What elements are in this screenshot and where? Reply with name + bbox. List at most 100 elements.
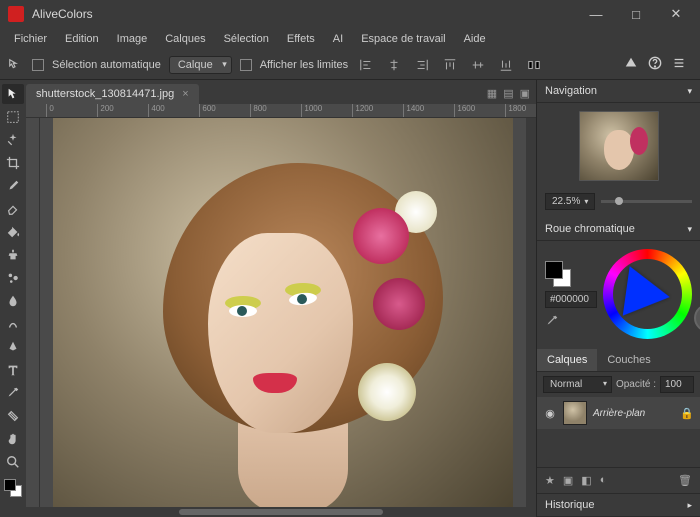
layer-target-dropdown[interactable]: Calque xyxy=(169,56,232,74)
menu-image[interactable]: Image xyxy=(109,30,156,48)
eyedropper-tool[interactable] xyxy=(2,383,24,403)
zoom-tool[interactable] xyxy=(2,452,24,472)
text-tool[interactable] xyxy=(2,360,24,380)
smudge-tool[interactable] xyxy=(2,314,24,334)
document-tab-bar: shutterstock_130814471.jpg × ▦ ▤ ▣ xyxy=(26,80,536,104)
panel-menu-icon[interactable] xyxy=(672,56,686,73)
lock-icon[interactable]: 🔒 xyxy=(680,407,694,420)
options-bar: Sélection automatique Calque Afficher le… xyxy=(0,50,700,80)
blend-mode-dropdown[interactable]: Normal xyxy=(543,376,612,393)
navigation-panel-header[interactable]: Navigation ▾ xyxy=(537,80,700,103)
tab-layers[interactable]: Calques xyxy=(537,349,597,371)
menu-ai[interactable]: AI xyxy=(325,30,351,48)
hand-tool[interactable] xyxy=(2,429,24,449)
history-panel-header[interactable]: Historique ▸ xyxy=(537,493,700,517)
document-image xyxy=(53,118,513,507)
document-tab-label: shutterstock_130814471.jpg xyxy=(36,88,174,100)
canvas-area: shutterstock_130814471.jpg × ▦ ▤ ▣ 0 200… xyxy=(26,80,536,517)
doc-view-icon-1[interactable]: ▦ xyxy=(487,87,497,100)
navigation-thumbnail[interactable] xyxy=(579,111,659,181)
close-tab-icon[interactable]: × xyxy=(182,88,188,100)
menu-help[interactable]: Aide xyxy=(456,30,494,48)
menu-effects[interactable]: Effets xyxy=(279,30,323,48)
layer-visibility-icon[interactable]: ◉ xyxy=(543,407,557,420)
vertical-scrollbar[interactable] xyxy=(526,118,536,507)
align-center-h-icon[interactable] xyxy=(384,56,404,74)
show-bounds-label: Afficher les limites xyxy=(260,59,348,71)
clone-stamp-tool[interactable] xyxy=(2,245,24,265)
minimize-button[interactable]: — xyxy=(576,0,616,28)
blur-tool[interactable] xyxy=(2,291,24,311)
chevron-down-icon: ▾ xyxy=(687,86,692,97)
opacity-input[interactable]: 100 xyxy=(660,376,694,393)
layer-action-star-icon[interactable]: ★ xyxy=(545,474,555,487)
magic-wand-tool[interactable] xyxy=(2,130,24,150)
menu-workspace[interactable]: Espace de travail xyxy=(353,30,453,48)
patch-tool[interactable] xyxy=(2,406,24,426)
color-history-swatch[interactable] xyxy=(694,304,700,332)
effects-brush-tool[interactable] xyxy=(2,268,24,288)
hex-input[interactable]: #000000 xyxy=(545,291,597,308)
align-bottom-icon[interactable] xyxy=(496,56,516,74)
opacity-label: Opacité : xyxy=(616,379,656,390)
eraser-tool[interactable] xyxy=(2,199,24,219)
crop-tool[interactable] xyxy=(2,153,24,173)
color-wheel-panel-header[interactable]: Roue chromatique ▾ xyxy=(537,218,700,241)
fill-tool[interactable] xyxy=(2,222,24,242)
zoom-value[interactable]: 22.5% xyxy=(545,193,595,210)
panel-color-swatches[interactable] xyxy=(545,261,571,287)
tab-channels[interactable]: Couches xyxy=(597,349,660,371)
layer-action-mask-icon[interactable]: ◐ xyxy=(600,474,607,487)
align-left-icon[interactable] xyxy=(356,56,376,74)
menu-bar: Fichier Edition Image Calques Sélection … xyxy=(0,28,700,50)
move-tool-icon xyxy=(6,56,24,74)
history-title: Historique xyxy=(545,499,595,511)
app-logo xyxy=(8,6,24,22)
menu-layers[interactable]: Calques xyxy=(157,30,213,48)
pen-tool[interactable] xyxy=(2,337,24,357)
side-panels: Navigation ▾ 22.5% Roue chromatique ▾ #0… xyxy=(536,80,700,517)
layers-footer: ★ ▣ ◧ ◐ 🗑 xyxy=(537,467,700,493)
color-wheel-title: Roue chromatique xyxy=(545,223,635,235)
align-center-v-icon[interactable] xyxy=(468,56,488,74)
layer-action-new-icon[interactable]: ◧ xyxy=(581,474,591,487)
document-tab[interactable]: shutterstock_130814471.jpg × xyxy=(26,84,199,104)
layer-thumbnail xyxy=(563,401,587,425)
layer-row[interactable]: ◉ Arrière-plan 🔒 xyxy=(537,397,700,429)
auto-select-label: Sélection automatique xyxy=(52,59,161,71)
layer-action-folder-icon[interactable]: ▣ xyxy=(563,474,573,487)
show-bounds-checkbox[interactable] xyxy=(240,59,252,71)
app-title: AliveColors xyxy=(32,7,93,21)
doc-view-icon-2[interactable]: ▤ xyxy=(503,87,513,100)
notification-icon[interactable] xyxy=(624,56,638,73)
distribute-icon[interactable] xyxy=(524,56,544,74)
auto-select-checkbox[interactable] xyxy=(32,59,44,71)
ruler-horizontal: 0 200 400 600 800 1000 1200 1400 1600 18… xyxy=(26,104,536,118)
move-tool[interactable] xyxy=(2,84,24,104)
canvas[interactable] xyxy=(40,118,526,507)
eyedropper-icon[interactable] xyxy=(545,314,559,328)
menu-edit[interactable]: Edition xyxy=(57,30,107,48)
align-right-icon[interactable] xyxy=(412,56,432,74)
chevron-right-icon: ▸ xyxy=(687,500,692,511)
horizontal-scrollbar[interactable] xyxy=(26,507,536,517)
doc-view-icon-3[interactable]: ▣ xyxy=(520,87,530,100)
ruler-vertical xyxy=(26,118,40,507)
title-bar: AliveColors — □ ✕ xyxy=(0,0,700,28)
layers-panel-tabs: Calques Couches xyxy=(537,349,700,372)
help-icon[interactable] xyxy=(648,56,662,73)
marquee-tool[interactable] xyxy=(2,107,24,127)
brush-tool[interactable] xyxy=(2,176,24,196)
menu-selection[interactable]: Sélection xyxy=(216,30,277,48)
maximize-button[interactable]: □ xyxy=(616,0,656,28)
navigation-title: Navigation xyxy=(545,85,597,97)
close-button[interactable]: ✕ xyxy=(656,0,696,28)
zoom-slider[interactable] xyxy=(601,200,692,203)
chevron-down-icon: ▾ xyxy=(687,224,692,235)
menu-file[interactable]: Fichier xyxy=(6,30,55,48)
align-top-icon[interactable] xyxy=(440,56,460,74)
color-swatches[interactable] xyxy=(4,479,22,497)
layer-name: Arrière-plan xyxy=(593,408,674,419)
layer-action-delete-icon[interactable]: 🗑 xyxy=(678,474,692,487)
color-wheel[interactable] xyxy=(603,249,692,339)
